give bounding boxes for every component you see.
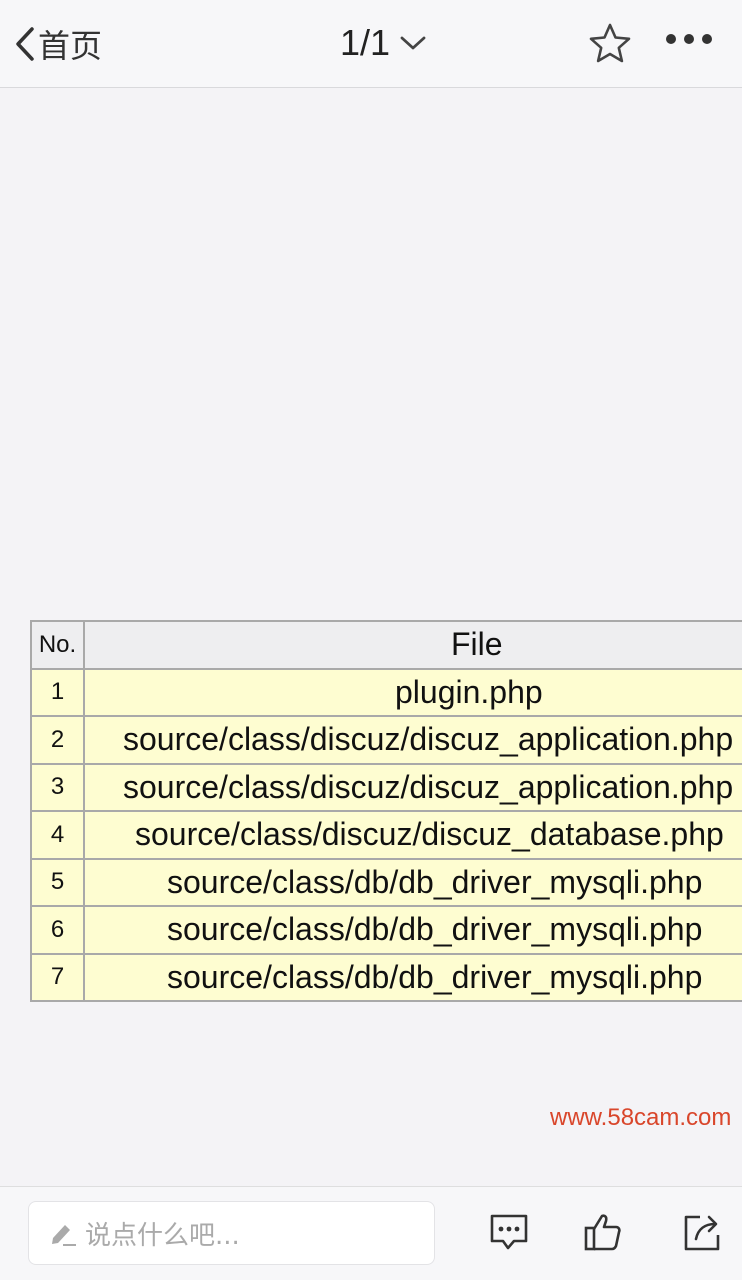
back-label: 首页 bbox=[38, 27, 103, 65]
row-file-path: source/class/discuz/discuz_application.p… bbox=[83, 762, 742, 812]
file-table-container[interactable]: No. File 1 plugin.php 2 source/class/discuz… bbox=[30, 620, 742, 1002]
row-file-path: source/class/db/db_driver_mysqli.php bbox=[83, 857, 742, 907]
table-row: 1 plugin.php bbox=[30, 667, 742, 717]
header-file: File bbox=[83, 620, 742, 670]
row-file-path: source/class/db/db_driver_mysqli.php bbox=[83, 905, 742, 955]
row-file-path: plugin.php bbox=[83, 667, 742, 717]
share-button[interactable] bbox=[682, 1211, 724, 1258]
chevron-left-icon bbox=[16, 27, 34, 61]
top-nav-bar: 首页 1/1 bbox=[0, 0, 742, 88]
back-button[interactable]: 首页 bbox=[14, 22, 102, 66]
dot bbox=[684, 34, 694, 44]
header-no: No. bbox=[30, 620, 85, 670]
row-number: 5 bbox=[30, 857, 85, 907]
thumbs-up-icon bbox=[584, 1214, 621, 1251]
table-row: 5 source/class/db/db_driver_mysqli.php bbox=[30, 857, 742, 907]
pencil-icon bbox=[52, 1225, 76, 1246]
row-number: 7 bbox=[30, 952, 85, 1002]
bottom-toolbar: 说点什么吧... bbox=[0, 1186, 742, 1280]
row-number: 2 bbox=[30, 715, 85, 765]
more-dots-icon[interactable] bbox=[666, 34, 712, 44]
share-icon bbox=[684, 1215, 720, 1251]
row-number: 3 bbox=[30, 762, 85, 812]
page-indicator: 1/1 bbox=[340, 22, 391, 63]
row-number: 6 bbox=[30, 905, 85, 955]
dot bbox=[666, 34, 676, 44]
file-table: No. File 1 plugin.php 2 source/class/discuz… bbox=[30, 620, 742, 1002]
dot bbox=[702, 34, 712, 44]
row-file-path: source/class/db/db_driver_mysqli.php bbox=[83, 952, 742, 1002]
table-row: 6 source/class/db/db_driver_mysqli.php bbox=[30, 905, 742, 955]
comment-input[interactable]: 说点什么吧... bbox=[28, 1201, 435, 1265]
row-number: 1 bbox=[30, 667, 85, 717]
star-icon bbox=[589, 23, 631, 63]
row-number: 4 bbox=[30, 810, 85, 860]
page-selector[interactable]: 1/1 bbox=[340, 20, 426, 66]
chevron-down-icon bbox=[400, 36, 426, 50]
comments-button[interactable] bbox=[488, 1211, 530, 1258]
table-row: 4 source/class/discuz/discuz_database.php bbox=[30, 810, 742, 860]
table-row: 2 source/class/discuz/discuz_application.… bbox=[30, 715, 742, 765]
table-row: 3 source/class/discuz/discuz_application.… bbox=[30, 762, 742, 812]
favorite-button[interactable] bbox=[588, 22, 632, 69]
comment-placeholder: 说点什么吧... bbox=[85, 1220, 240, 1251]
row-file-path: source/class/discuz/discuz_application.p… bbox=[83, 715, 742, 765]
comment-bubble-icon bbox=[490, 1214, 528, 1250]
table-header-row: No. File bbox=[30, 620, 742, 670]
like-button[interactable] bbox=[582, 1211, 624, 1258]
row-file-path: source/class/discuz/discuz_database.php bbox=[83, 810, 742, 860]
table-row: 7 source/class/db/db_driver_mysqli.php bbox=[30, 952, 742, 1002]
watermark: www.58cam.com bbox=[550, 1104, 732, 1131]
